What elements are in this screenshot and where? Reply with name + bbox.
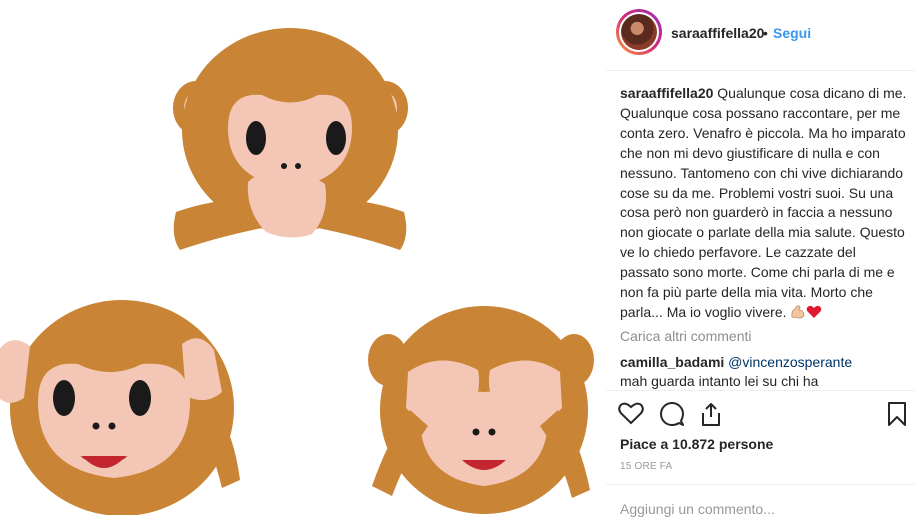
post-sidebar: saraaffifella20 • Segui saraaffifella20 … — [606, 0, 915, 517]
share-icon[interactable] — [699, 401, 723, 432]
post-caption: saraaffifella20 Qualunque cosa dicano di… — [620, 84, 908, 325]
add-comment-field[interactable]: Aggiungi un commento... — [606, 484, 915, 517]
header-username[interactable]: saraaffifella20 — [671, 25, 764, 41]
avatar[interactable] — [616, 9, 662, 55]
see-no-evil-monkey — [368, 306, 594, 514]
caption-username[interactable]: saraaffifella20 — [620, 85, 713, 101]
heart-outline-icon[interactable] — [618, 401, 644, 430]
red-heart-icon — [806, 305, 822, 325]
follow-button[interactable]: Segui — [773, 25, 811, 41]
comment-item: camilla_badami @vincenzosperante mah gua… — [620, 353, 908, 391]
separator-dot: • — [763, 25, 768, 41]
comment-text: mah guarda intanto lei su chi ha — [620, 373, 819, 389]
bookmark-icon[interactable] — [886, 401, 908, 432]
flexed-biceps-icon — [790, 305, 806, 325]
avatar-ring — [619, 12, 659, 52]
post-header: saraaffifella20 • Segui — [606, 0, 915, 71]
speak-no-evil-monkey — [173, 28, 408, 250]
likes-count[interactable]: Piace a 10.872 persone — [620, 436, 773, 452]
comment-username[interactable]: camilla_badami — [620, 354, 724, 370]
load-more-comments[interactable]: Carica altri commenti — [620, 328, 751, 344]
comment-bubble-icon[interactable] — [659, 401, 685, 432]
caption-text: Qualunque cosa dicano di me. Qualunque c… — [620, 85, 907, 320]
monkey-pillows-image — [0, 28, 594, 515]
comment-mention[interactable]: @vincenzosperante — [728, 354, 852, 370]
hear-no-evil-monkey — [0, 300, 240, 515]
avatar-image — [621, 14, 657, 50]
post-image[interactable] — [0, 0, 597, 515]
post-timestamp: 15 ORE FA — [620, 461, 673, 472]
